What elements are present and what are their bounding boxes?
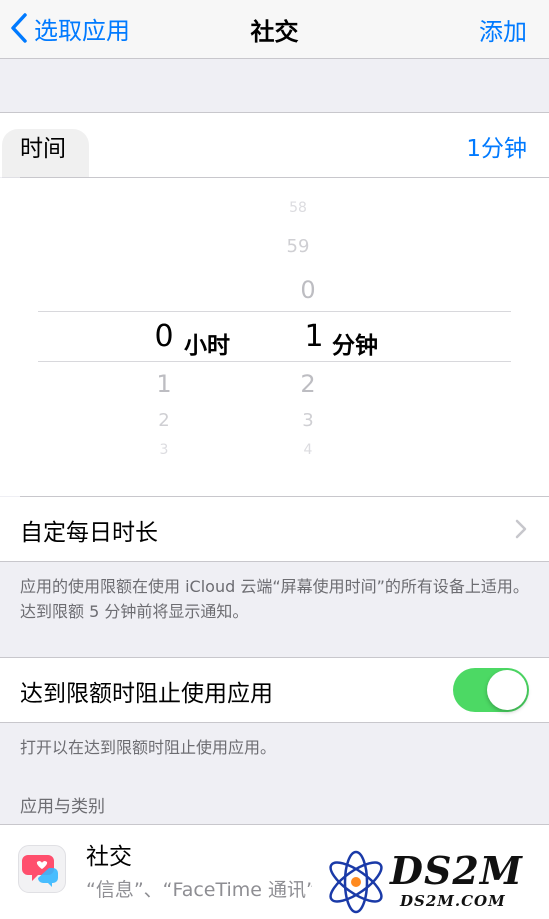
- picker-minute-option[interactable]: 59: [278, 236, 318, 257]
- picker-minute-option[interactable]: 2: [288, 370, 328, 398]
- app-category-title: 社交: [86, 844, 132, 870]
- limit-footnote: 应用的使用限额在使用 iCloud 云端“屏幕使用时间”的所有设备上适用。达到限…: [20, 577, 529, 621]
- social-category-icon: [18, 845, 66, 893]
- block-at-limit-label: 达到限额时阻止使用应用: [20, 681, 273, 707]
- switch-knob: [487, 670, 527, 710]
- watermark-title: DS2M: [390, 848, 523, 893]
- picker-hour-option[interactable]: 3: [144, 442, 184, 458]
- chevron-right-icon: [515, 519, 527, 539]
- time-value: 1分钟: [466, 136, 527, 162]
- app-category-subtitle: “信息”、“FaceTime 通讯”: [86, 879, 316, 901]
- picker-minute-option[interactable]: 58: [278, 200, 318, 216]
- picker-minute-option[interactable]: 4: [288, 442, 328, 458]
- custom-daily-limit-row[interactable]: 自定每日时长: [0, 497, 549, 561]
- picker-hour-selected[interactable]: 0: [144, 319, 184, 354]
- chevron-left-icon: [11, 13, 27, 43]
- navigation-bar: 选取应用 社交 添加: [0, 0, 549, 59]
- picker-minute-option[interactable]: 0: [288, 276, 328, 304]
- back-button-label: 选取应用: [34, 16, 130, 45]
- custom-daily-limit-label: 自定每日时长: [20, 520, 158, 546]
- picker-selection-top-line: [38, 311, 511, 312]
- watermark-logo: DS2M DS2M.COM: [312, 842, 549, 919]
- picker-hour-unit: 小时: [184, 333, 230, 359]
- picker-hour-option[interactable]: 2: [144, 410, 184, 431]
- picker-minute-selected[interactable]: 1: [294, 319, 334, 354]
- apps-section-header: 应用与类别: [20, 797, 105, 817]
- atom-logo-icon: [329, 850, 383, 914]
- divider: [0, 561, 549, 562]
- watermark-subtitle: DS2M.COM: [400, 892, 506, 910]
- picker-minute-unit: 分钟: [332, 333, 378, 359]
- block-footnote: 打开以在达到限额时阻止使用应用。: [20, 738, 277, 757]
- add-button[interactable]: 添加: [479, 12, 527, 47]
- back-button[interactable]: 选取应用: [10, 10, 130, 46]
- picker-selection-bottom-line: [38, 361, 511, 362]
- duration-picker[interactable]: 58 59 0 0 小时 1 分钟 1 2 3 2 3 4: [0, 178, 549, 496]
- divider: [0, 722, 549, 723]
- block-at-limit-switch[interactable]: [453, 668, 529, 712]
- picker-hour-option[interactable]: 1: [144, 370, 184, 398]
- block-at-limit-row: 达到限额时阻止使用应用: [0, 658, 549, 722]
- picker-minute-option[interactable]: 3: [288, 410, 328, 431]
